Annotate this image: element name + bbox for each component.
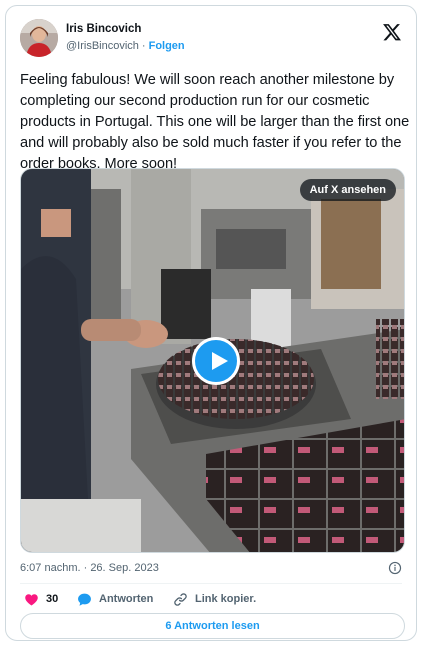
avatar[interactable] (20, 19, 58, 57)
author-block: Iris Bincovich @IrisBincovich · Folgen (66, 22, 185, 53)
copy-link-label: Link kopier. (195, 593, 257, 605)
like-button[interactable]: 30 (24, 590, 58, 608)
read-replies-button[interactable]: 6 Antworten lesen (20, 613, 405, 639)
watch-on-x-button[interactable]: Auf X ansehen (299, 179, 396, 201)
tweet-text: Feeling fabulous! We will soon reach ano… (20, 72, 410, 172)
reply-button[interactable]: Antworten (77, 590, 153, 608)
divider (20, 583, 402, 584)
info-icon[interactable] (388, 561, 402, 575)
separator: · (141, 40, 146, 52)
tweet-header: Iris Bincovich @IrisBincovich · Folgen (20, 19, 402, 63)
reply-bubble-icon (78, 593, 91, 606)
video-media[interactable]: Auf X ansehen (20, 168, 405, 553)
follow-button[interactable]: Folgen (149, 40, 185, 52)
copy-link-button[interactable]: Link kopier. (173, 590, 256, 608)
action-bar: 30 Antworten Link kopier. (20, 590, 402, 608)
tweet-card: Iris Bincovich @IrisBincovich · Folgen Fee… (5, 5, 417, 641)
tweet-meta: 6:07 nachm. · 26. Sep. 2023 (20, 561, 402, 577)
x-logo-icon[interactable] (382, 22, 402, 42)
like-count: 30 (46, 593, 59, 605)
link-icon (174, 592, 187, 606)
author-handle[interactable]: @IrisBincovich (66, 40, 139, 52)
heart-icon (25, 593, 38, 605)
author-meta: @IrisBincovich · Folgen (66, 39, 185, 53)
reply-label: Antworten (99, 593, 154, 605)
author-name[interactable]: Iris Bincovich (66, 22, 185, 36)
play-icon[interactable] (192, 337, 240, 385)
timestamp[interactable]: 6:07 nachm. · 26. Sep. 2023 (20, 562, 159, 574)
